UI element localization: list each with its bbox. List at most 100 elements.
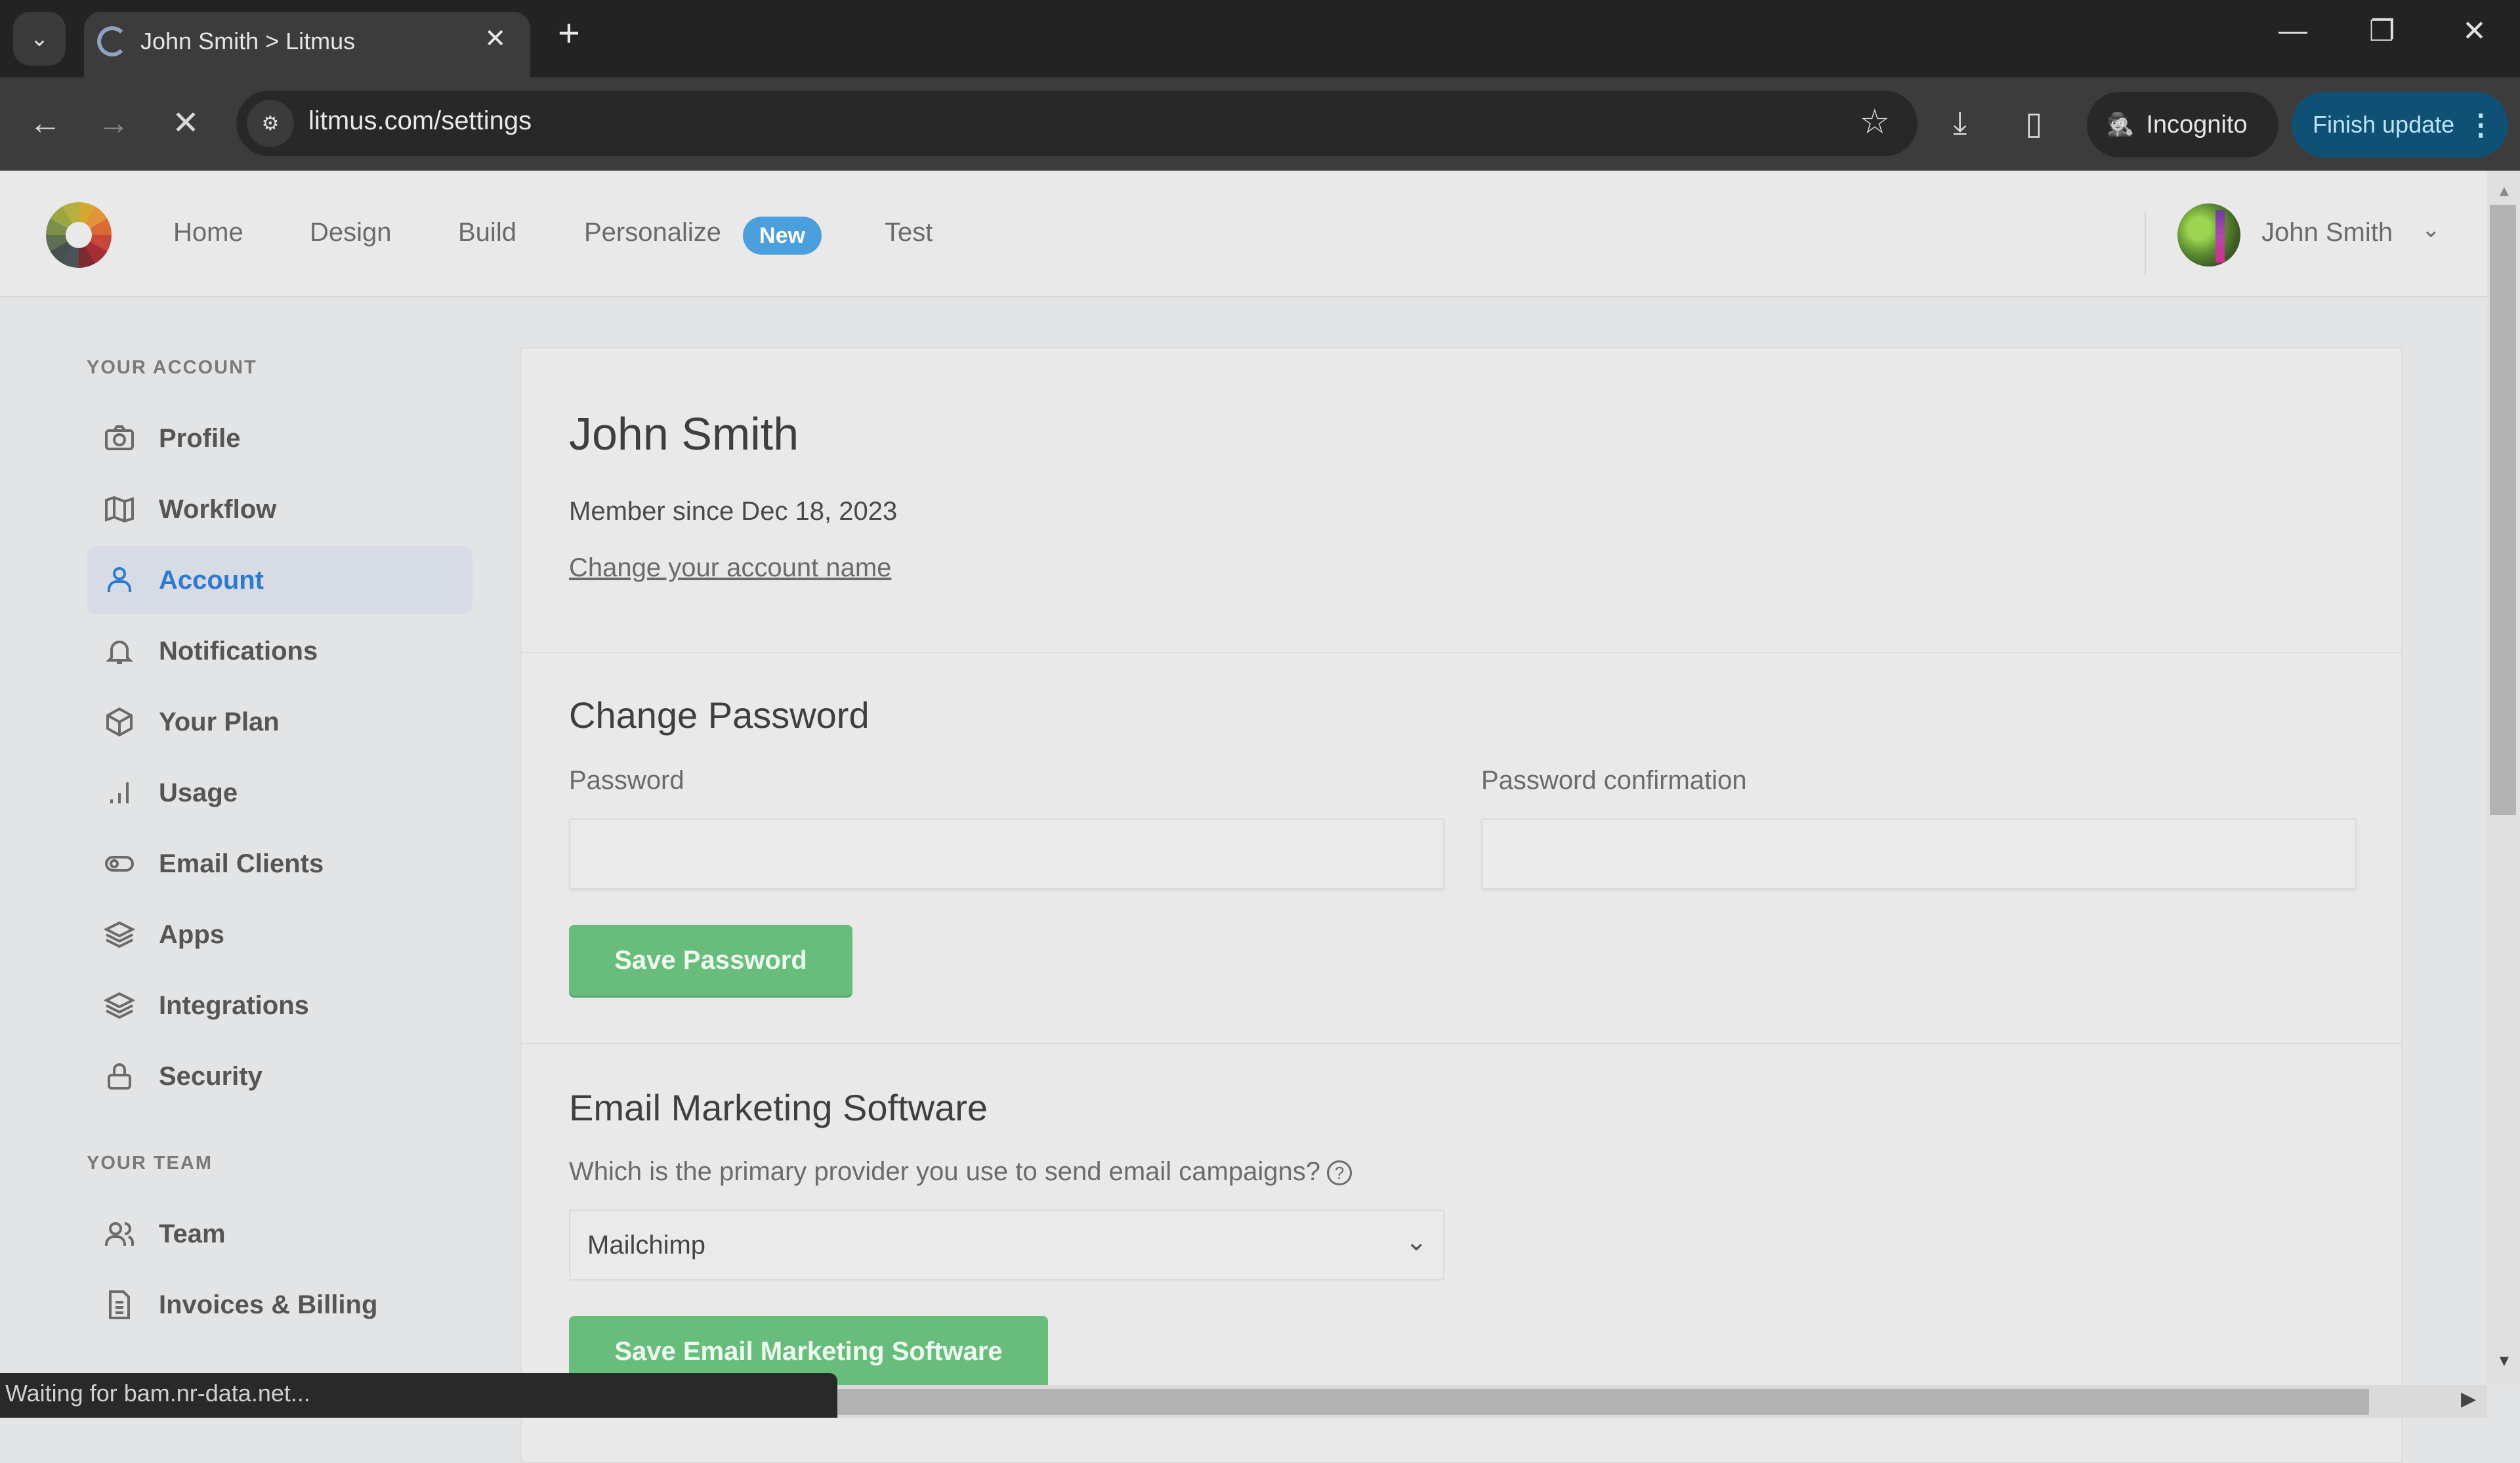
finish-update-button[interactable]: Finish update ⋮	[2292, 92, 2508, 158]
save-password-button[interactable]: Save Password	[569, 925, 852, 996]
nav-design[interactable]: Design	[310, 218, 392, 247]
browser-status-text: Waiting for bam.nr-data.net...	[0, 1373, 837, 1418]
sidebar-item-invoices-billing[interactable]: Invoices & Billing	[87, 1271, 472, 1339]
password-label: Password	[569, 766, 684, 795]
window-close-icon[interactable]: ✕	[2462, 14, 2487, 48]
finish-update-label: Finish update	[2313, 111, 2455, 138]
tab-search-button[interactable]: ⌄	[13, 12, 66, 66]
nav-personalize[interactable]: Personalize	[584, 218, 721, 247]
password-confirmation-input[interactable]	[1481, 818, 2357, 889]
forward-arrow-icon[interactable]: →	[97, 104, 130, 142]
sidebar-item-integrations[interactable]: Integrations	[87, 971, 472, 1040]
lock-icon	[101, 1058, 138, 1095]
sidebar-item-apps[interactable]: Apps	[87, 901, 472, 969]
section-divider	[522, 652, 2401, 653]
change-account-name-link[interactable]: Change your account name	[569, 553, 891, 583]
user-avatar[interactable]	[2177, 203, 2240, 266]
sidebar-item-usage[interactable]: Usage	[87, 759, 472, 827]
app-header: Home Design Build Personalize New Test J…	[0, 171, 2487, 297]
loading-spinner-icon	[97, 26, 127, 56]
box-icon	[101, 704, 138, 740]
layers-icon	[101, 987, 138, 1024]
sidebar-item-label: Usage	[159, 778, 238, 807]
sidebar-item-account[interactable]: Account	[87, 546, 472, 614]
layers-icon	[101, 916, 138, 953]
map-icon	[101, 491, 138, 528]
section-heading-your-team: YOUR TEAM	[87, 1153, 213, 1174]
sidebar-item-label: Team	[159, 1219, 226, 1248]
minimize-icon[interactable]: —	[2278, 14, 2307, 47]
browser-toolbar: ← → ✕ ⚙ litmus.com/settings ☆ ⤓ ▯ 🕵 Inco…	[0, 77, 2520, 171]
account-settings-card: John Smith Member since Dec 18, 2023 Cha…	[520, 347, 2403, 1463]
sidebar-item-label: Profile	[159, 423, 241, 453]
email-marketing-heading: Email Marketing Software	[569, 1087, 988, 1128]
sidebar-item-notifications[interactable]: Notifications	[87, 617, 472, 685]
chevron-down-icon[interactable]: ⌄	[2422, 217, 2441, 243]
scroll-right-arrow-icon[interactable]: ▶	[2461, 1388, 2476, 1410]
nav-build[interactable]: Build	[458, 218, 516, 247]
chevron-down-icon: ⌄	[1405, 1227, 1427, 1256]
vertical-scrollbar[interactable]: ▲ ▼	[2487, 171, 2520, 1385]
users-icon	[101, 1216, 138, 1252]
sidebar-item-your-plan[interactable]: Your Plan	[87, 688, 472, 756]
help-circle-icon[interactable]: ?	[1326, 1160, 1352, 1186]
section-heading-your-account: YOUR ACCOUNT	[87, 357, 257, 378]
page-title: John Smith	[569, 408, 799, 459]
stop-loading-icon[interactable]: ✕	[172, 104, 200, 142]
sidebar-item-label: Security	[159, 1061, 262, 1091]
url-text[interactable]: litmus.com/settings	[308, 106, 532, 136]
chevron-down-icon: ⌄	[30, 26, 49, 51]
sidebar-item-profile[interactable]: Profile	[87, 404, 472, 473]
toggle-icon	[101, 845, 138, 882]
sidebar-item-workflow[interactable]: Workflow	[87, 475, 472, 543]
sidebar-item-email-clients[interactable]: Email Clients	[87, 830, 472, 898]
sidebar-item-label: Workflow	[159, 494, 277, 524]
tune-icon: ⚙	[261, 112, 280, 135]
email-provider-select[interactable]: Mailchimp ⌄	[569, 1210, 1444, 1281]
user-menu-name[interactable]: John Smith	[2261, 218, 2393, 247]
restore-icon[interactable]: ❐	[2369, 14, 2395, 48]
provider-question-text: Which is the primary provider you use to…	[569, 1157, 1320, 1186]
scroll-up-arrow-icon[interactable]: ▲	[2496, 182, 2512, 201]
site-info-icon[interactable]: ⚙	[247, 100, 294, 147]
sidebar-item-security[interactable]: Security	[87, 1042, 472, 1111]
sidebar-item-team[interactable]: Team	[87, 1200, 472, 1268]
new-tab-button[interactable]: +	[558, 14, 580, 53]
side-panel-icon[interactable]: ▯	[2025, 105, 2042, 142]
sidebar-item-label: Your Plan	[159, 707, 280, 736]
nav-test[interactable]: Test	[885, 218, 933, 247]
bookmark-star-icon[interactable]: ☆	[1859, 102, 1890, 142]
change-password-heading: Change Password	[569, 694, 870, 736]
user-icon	[101, 562, 138, 599]
sidebar-item-label: Notifications	[159, 636, 318, 666]
horizontal-scrollbar-thumb[interactable]	[837, 1389, 2369, 1415]
incognito-indicator[interactable]: 🕵 Incognito	[2087, 92, 2278, 158]
sidebar-item-label: Integrations	[159, 990, 309, 1020]
incognito-label: Incognito	[2146, 110, 2248, 138]
tab-close-icon[interactable]: ✕	[484, 24, 507, 54]
vertical-scrollbar-thumb[interactable]	[2490, 205, 2516, 815]
scroll-down-arrow-icon[interactable]: ▼	[2496, 1352, 2512, 1370]
bar-chart-icon	[101, 774, 138, 811]
back-arrow-icon[interactable]: ←	[29, 104, 62, 142]
member-since-text: Member since Dec 18, 2023	[569, 497, 898, 526]
section-divider	[522, 1043, 2401, 1044]
bell-icon	[101, 633, 138, 669]
selected-provider: Mailchimp	[587, 1231, 706, 1260]
camera-icon	[101, 420, 138, 457]
sidebar-item-label: Account	[159, 565, 264, 595]
nav-home[interactable]: Home	[173, 218, 243, 247]
kebab-menu-icon: ⋮	[2466, 108, 2496, 141]
password-input[interactable]	[569, 818, 1444, 889]
file-text-icon	[101, 1286, 138, 1323]
sidebar-item-label: Invoices & Billing	[159, 1290, 378, 1319]
password-confirmation-label: Password confirmation	[1481, 766, 1747, 795]
tab-title: John Smith > Litmus	[140, 28, 356, 54]
download-icon[interactable]: ⤓	[1953, 105, 1967, 142]
browser-tab-active[interactable]: John Smith > Litmus ✕	[84, 12, 530, 77]
litmus-logo[interactable]	[46, 202, 112, 268]
provider-question-label: Which is the primary provider you use to…	[569, 1157, 1352, 1187]
header-divider	[2145, 211, 2146, 274]
new-badge: New	[743, 217, 822, 255]
address-bar[interactable]: ⚙ litmus.com/settings ☆	[236, 91, 1918, 156]
